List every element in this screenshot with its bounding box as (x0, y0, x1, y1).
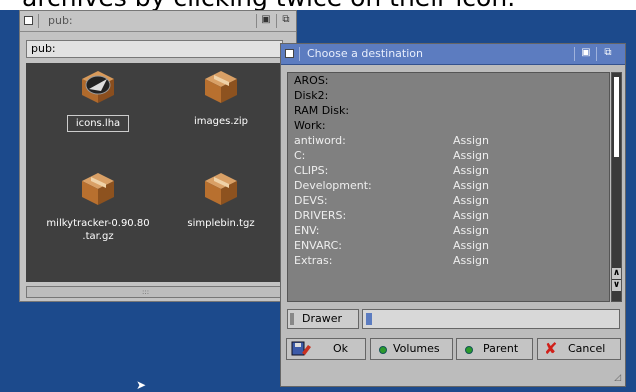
pub-window-titlebar[interactable]: pub: ▣ ⧉ (20, 11, 296, 32)
lha-archive-icon (82, 71, 114, 103)
scrollbar-thumb[interactable] (614, 77, 619, 157)
volume-name: Work: (294, 119, 326, 132)
ok-label: Ok (333, 342, 349, 355)
assign-type: Assign (453, 254, 489, 267)
assign-name: ENVARC: (294, 239, 343, 252)
scroll-up-icon[interactable]: ∧ (612, 268, 621, 279)
assign-row[interactable]: DRIVERS: Assign (288, 208, 609, 223)
cancel-x-icon: ✘ (544, 339, 558, 358)
volume-name: AROS: (294, 74, 329, 87)
scroll-down-icon[interactable]: ∨ (612, 280, 621, 291)
titlebar-divider (574, 47, 575, 61)
window-title: pub: (48, 14, 73, 27)
dialog-title: Choose a destination (307, 47, 423, 60)
assign-row[interactable]: antiword: Assign (288, 133, 609, 148)
assign-name: CLIPS: (294, 164, 329, 177)
scroll-grip-icon: ::: (142, 288, 150, 296)
volumes-button[interactable]: Volumes (370, 338, 453, 360)
assign-row[interactable]: ENVARC: Assign (288, 238, 609, 253)
cancel-button[interactable]: ✘ Cancel (537, 338, 621, 360)
assign-name: ENV: (294, 224, 320, 237)
assign-name: DEVS: (294, 194, 328, 207)
assign-type: Assign (453, 134, 489, 147)
titlebar-divider (596, 47, 597, 61)
file-label: simplebin.tgz (187, 218, 255, 229)
package-icon (205, 173, 237, 205)
file-icon-item[interactable]: simplebin.tgz (166, 171, 276, 230)
file-label: icons.lha (66, 115, 130, 132)
ok-button[interactable]: Ok (286, 338, 366, 360)
close-icon[interactable] (24, 16, 33, 25)
volumes-label: Volumes (393, 342, 440, 355)
close-icon[interactable] (285, 49, 294, 58)
titlebar-divider (299, 47, 300, 61)
assign-type: Assign (453, 239, 489, 252)
file-icon-item[interactable]: milkytracker-0.90.80 .tar.gz (43, 171, 153, 243)
resize-handle-icon[interactable]: ◿ (614, 373, 621, 383)
depth-icon[interactable]: ⧉ (279, 14, 293, 26)
parent-button[interactable]: Parent (456, 338, 533, 360)
file-icon-item[interactable]: icons.lha (43, 69, 153, 132)
volume-row[interactable]: AROS: (288, 73, 609, 88)
assign-row[interactable]: CLIPS: Assign (288, 163, 609, 178)
assign-type: Assign (453, 209, 489, 222)
tutorial-caption: archives by clicking twice on their icon… (0, 0, 636, 10)
assign-row[interactable]: C: Assign (288, 148, 609, 163)
volume-name: Disk2: (294, 89, 329, 102)
zoom-icon[interactable]: ▣ (579, 47, 593, 59)
path-field[interactable]: pub: (26, 40, 283, 58)
drawer-icon-area: icons.lha images.zip milkytracker-0.90.8… (26, 63, 283, 282)
zoom-icon[interactable]: ▣ (259, 14, 273, 26)
assign-type: Assign (453, 164, 489, 177)
green-dot-icon (379, 346, 387, 354)
drawer-label: Drawer (302, 312, 343, 325)
package-icon (82, 173, 114, 205)
dialog-titlebar[interactable]: Choose a destination ▣ ⧉ (281, 44, 625, 65)
parent-label: Parent (483, 342, 519, 355)
file-label: milkytracker-0.90.80 .tar.gz (46, 218, 150, 242)
volume-row[interactable]: Disk2: (288, 88, 609, 103)
file-icon-item[interactable]: images.zip (166, 69, 276, 128)
green-dot-icon (465, 346, 473, 354)
horizontal-scrollbar[interactable]: ::: (26, 286, 283, 298)
depth-icon[interactable]: ⧉ (601, 47, 615, 59)
assign-type: Assign (453, 194, 489, 207)
mouse-pointer-icon: ➤ (136, 378, 147, 392)
destination-list[interactable]: AROS: Disk2: RAM Disk: Work: antiword: As… (287, 72, 610, 302)
text-cursor (366, 313, 372, 325)
titlebar-divider (256, 14, 257, 28)
assign-name: Development: (294, 179, 372, 192)
assign-row[interactable]: Extras: Assign (288, 253, 609, 268)
cancel-label: Cancel (568, 342, 606, 355)
assign-name: antiword: (294, 134, 346, 147)
assign-name: Extras: (294, 254, 333, 267)
assign-name: C: (294, 149, 306, 162)
vertical-scrollbar[interactable]: ∧ ∨ (611, 72, 622, 302)
assign-type: Assign (453, 224, 489, 237)
ok-disk-icon (291, 341, 311, 356)
package-icon (205, 71, 237, 103)
drawer-indicator (290, 313, 294, 325)
drawer-input[interactable] (362, 309, 620, 329)
drawer-toggle[interactable]: Drawer (287, 309, 359, 329)
file-label: images.zip (194, 116, 248, 127)
assign-name: DRIVERS: (294, 209, 347, 222)
titlebar-divider (38, 14, 39, 28)
volume-row[interactable]: RAM Disk: (288, 103, 609, 118)
assign-type: Assign (453, 149, 489, 162)
volume-row[interactable]: Work: (288, 118, 609, 133)
titlebar-divider (276, 14, 277, 28)
pub-drawer-window: pub: ▣ ⧉ pub: icons.lha images.zip milky… (19, 10, 297, 302)
assign-row[interactable]: ENV: Assign (288, 223, 609, 238)
volume-name: RAM Disk: (294, 104, 350, 117)
choose-destination-dialog: Choose a destination ▣ ⧉ AROS: Disk2: RA… (280, 43, 626, 387)
assign-row[interactable]: DEVS: Assign (288, 193, 609, 208)
assign-type: Assign (453, 179, 489, 192)
assign-row[interactable]: Development: Assign (288, 178, 609, 193)
